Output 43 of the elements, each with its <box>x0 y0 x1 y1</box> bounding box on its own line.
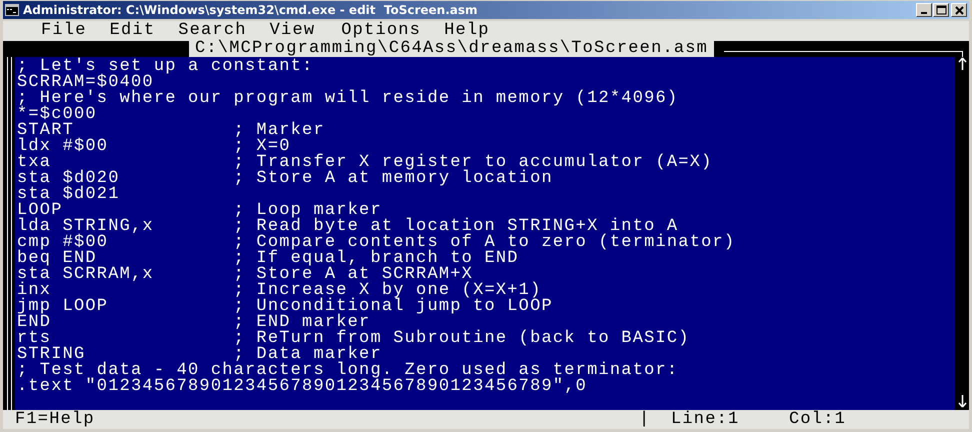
code-line: START ; Marker <box>17 123 326 139</box>
code-line: sta SCRRAM,x ; Store A at SCRRAM+X <box>17 267 474 283</box>
code-line: lda STRING,x ; Read byte at location STRING+X into A <box>17 219 678 235</box>
menu-item[interactable]: File <box>41 22 87 40</box>
column-number: Col:1 <box>789 410 846 429</box>
maximize-icon <box>934 4 948 16</box>
console-icon <box>5 4 19 16</box>
code-line: jmp LOOP ; Unconditional jump to LOOP <box>17 299 554 315</box>
menu-item[interactable]: Help <box>444 22 490 40</box>
scroll-up-icon[interactable] <box>958 57 966 71</box>
code-line: sta $d021 <box>17 187 121 203</box>
editor-area[interactable] <box>15 57 955 410</box>
code-line: SCRRAM=$0400 <box>17 75 154 91</box>
status-separator: | <box>639 410 652 429</box>
code-line: .text "0123456789012345678901234567890123456789",0 <box>17 379 588 395</box>
code-line: LOOP ; Loop marker <box>17 203 382 219</box>
help-hint: F1=Help <box>15 410 96 429</box>
code-line: inx ; Increase X by one (X=X+1) <box>17 283 542 299</box>
code-line: beq END ; If equal, branch to END <box>17 251 520 267</box>
code-line: txa ; Transfer X register to accumulator (A=X) <box>17 155 714 171</box>
minimize-icon <box>921 12 927 14</box>
code-line: ; Let's set up a constant: <box>17 59 314 75</box>
code-line: sta $d020 ; Store A at memory location <box>17 171 554 187</box>
code-line: ; Test data - 40 characters long. Zero used as terminator: <box>17 363 680 379</box>
file-path: C:\MCProgramming\C64Ass\dreamass\ToScreen.asm <box>189 41 714 57</box>
code-line: cmp #$00 ; Compare contents of A to zero (terminator) <box>17 235 736 251</box>
line-number: Line:1 <box>671 410 740 429</box>
menu-item[interactable]: Edit <box>110 22 156 40</box>
code-line: STRING ; Data marker <box>17 347 382 363</box>
code-line: END ; END marker <box>17 315 370 331</box>
code-line: ; Here's where our program will reside in memory (12*4096) <box>17 91 680 107</box>
menu-item[interactable]: Options <box>341 22 422 40</box>
menu-item[interactable]: Search <box>178 22 247 40</box>
code-line: rts ; ReTurn from Subroutine (back to BASIC) <box>17 331 691 347</box>
code-line: ldx #$00 ; X=0 <box>17 139 291 155</box>
minimize-button[interactable] <box>916 3 932 17</box>
scroll-down-icon[interactable] <box>958 394 966 408</box>
window-title: Administrator: C:\Windows\system32\cmd.exe - edit ToScreen.asm <box>23 3 478 17</box>
code-line: *=$c000 <box>17 107 98 123</box>
menu-item[interactable]: View <box>270 22 316 40</box>
maximize-button[interactable] <box>933 3 949 17</box>
close-button[interactable] <box>951 3 967 17</box>
close-icon <box>952 4 966 16</box>
